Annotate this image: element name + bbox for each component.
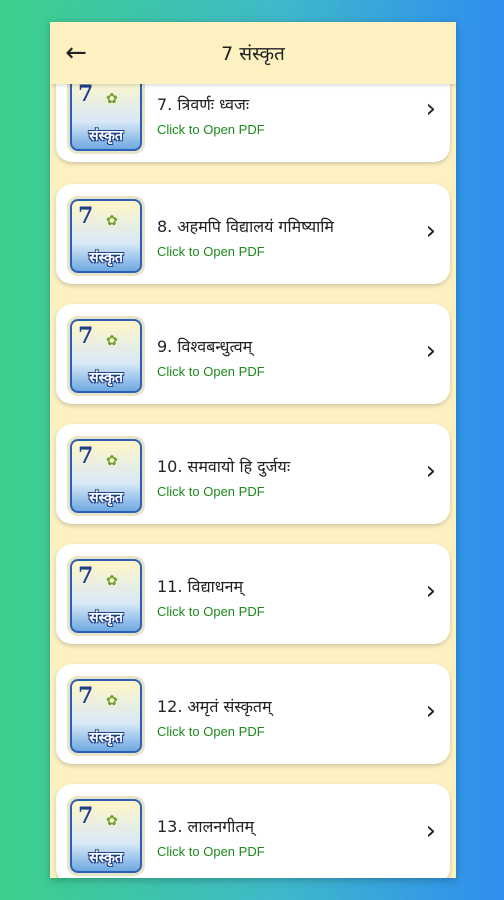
flower-icon: ✿ xyxy=(106,693,118,709)
thumbnail-number: 7 xyxy=(78,803,94,829)
item-title: 9. विश्वबन्धुत्वम् xyxy=(157,337,253,356)
flower-icon: ✿ xyxy=(106,213,118,229)
book-thumbnail: 7 ✿ संस्कृत xyxy=(70,77,142,151)
item-subtitle: Click to Open PDF xyxy=(157,122,265,137)
book-thumbnail: 7 ✿ संस्कृत xyxy=(70,319,142,393)
thumbnail-word: संस्कृत xyxy=(89,250,123,266)
chevron-right-icon: › xyxy=(425,94,436,124)
book-thumbnail: 7 ✿ संस्कृत xyxy=(70,199,142,273)
list-item[interactable]: 7 ✿ संस्कृत 13. लालनगीतम् Click to Open … xyxy=(56,784,450,878)
item-title: 7. त्रिवर्णः ध्वजः xyxy=(157,95,250,114)
list-item[interactable]: 7 ✿ संस्कृत 12. अमृतं संस्कृतम् Click to… xyxy=(56,664,450,764)
item-subtitle: Click to Open PDF xyxy=(157,844,265,859)
list-item[interactable]: 7 ✿ संस्कृत 8. अहमपि विद्यालयं गमिष्यामि… xyxy=(56,184,450,284)
item-subtitle: Click to Open PDF xyxy=(157,244,265,259)
chevron-right-icon: › xyxy=(425,576,436,606)
thumbnail-number: 7 xyxy=(78,323,94,349)
item-subtitle: Click to Open PDF xyxy=(157,724,265,739)
app-screen: ← 7 संस्कृत 7 ✿ संस्कृत 7. त्रिवर्णः ध्व… xyxy=(50,22,456,878)
flower-icon: ✿ xyxy=(106,453,118,469)
thumbnail-number: 7 xyxy=(78,683,94,709)
chevron-right-icon: › xyxy=(425,216,436,246)
item-title: 8. अहमपि विद्यालयं गमिष्यामि xyxy=(157,217,334,236)
thumbnail-word: संस्कृत xyxy=(89,730,123,746)
book-thumbnail: 7 ✿ संस्कृत xyxy=(70,799,142,873)
chevron-right-icon: › xyxy=(425,816,436,846)
thumbnail-word: संस्कृत xyxy=(89,610,123,626)
flower-icon: ✿ xyxy=(106,573,118,589)
list-item[interactable]: 7 ✿ संस्कृत 9. विश्वबन्धुत्वम् Click to … xyxy=(56,304,450,404)
chevron-right-icon: › xyxy=(425,456,436,486)
book-thumbnail: 7 ✿ संस्कृत xyxy=(70,439,142,513)
list-item[interactable]: 7 ✿ संस्कृत 10. समवायो हि दुर्जयः Click … xyxy=(56,424,450,524)
app-bar: ← 7 संस्कृत xyxy=(50,22,456,84)
thumbnail-number: 7 xyxy=(78,203,94,229)
item-subtitle: Click to Open PDF xyxy=(157,604,265,619)
flower-icon: ✿ xyxy=(106,333,118,349)
thumbnail-word: संस्कृत xyxy=(89,490,123,506)
item-title: 11. विद्याधनम् xyxy=(157,577,244,596)
item-title: 10. समवायो हि दुर्जयः xyxy=(157,457,291,476)
item-subtitle: Click to Open PDF xyxy=(157,484,265,499)
flower-icon: ✿ xyxy=(106,91,118,107)
item-subtitle: Click to Open PDF xyxy=(157,364,265,379)
thumbnail-word: संस्कृत xyxy=(89,850,123,866)
thumbnail-number: 7 xyxy=(78,81,94,107)
item-title: 12. अमृतं संस्कृतम् xyxy=(157,697,272,716)
book-thumbnail: 7 ✿ संस्कृत xyxy=(70,679,142,753)
thumbnail-number: 7 xyxy=(78,563,94,589)
item-title: 13. लालनगीतम् xyxy=(157,817,255,836)
flower-icon: ✿ xyxy=(106,813,118,829)
book-thumbnail: 7 ✿ संस्कृत xyxy=(70,559,142,633)
thumbnail-word: संस्कृत xyxy=(89,128,123,144)
chevron-right-icon: › xyxy=(425,336,436,366)
page-title: 7 संस्कृत xyxy=(221,43,285,65)
thumbnail-word: संस्कृत xyxy=(89,370,123,386)
thumbnail-number: 7 xyxy=(78,443,94,469)
chevron-right-icon: › xyxy=(425,696,436,726)
list-item[interactable]: 7 ✿ संस्कृत 11. विद्याधनम् Click to Open… xyxy=(56,544,450,644)
